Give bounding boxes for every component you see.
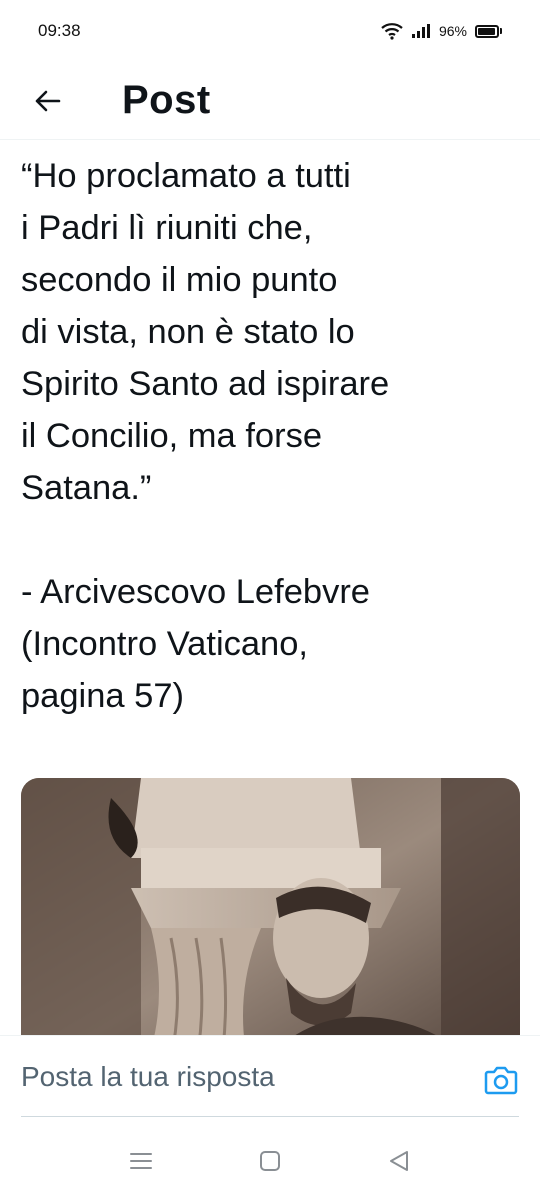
battery-icon: [475, 24, 502, 38]
recent-apps-button[interactable]: [127, 1147, 155, 1175]
page-title: Post: [122, 78, 211, 122]
wifi-icon: [381, 23, 403, 40]
menu-icon: [130, 1153, 152, 1169]
battery-percent: 96%: [438, 23, 467, 39]
arrow-left-icon: [35, 90, 61, 111]
post-image[interactable]: [21, 778, 520, 1078]
home-icon: [260, 1151, 280, 1171]
status-bar: 09:38 96%: [0, 0, 540, 62]
back-button[interactable]: [22, 76, 72, 126]
signal-icon: [411, 24, 430, 38]
post-text: “Ho proclamato a tutti i Padri lì riunit…: [21, 157, 390, 715]
home-button[interactable]: [256, 1147, 284, 1175]
status-time: 09:38: [38, 21, 81, 40]
nav-back-button[interactable]: [385, 1147, 413, 1175]
reply-bar: Posta la tua risposta: [0, 1035, 540, 1118]
camera-icon: [484, 1066, 518, 1095]
status-icons: 96%: [381, 22, 502, 40]
camera-button[interactable]: [484, 1065, 518, 1095]
back-icon: [390, 1151, 408, 1171]
app-header: Post: [0, 62, 540, 140]
system-nav-bar: [0, 1117, 540, 1200]
reply-input[interactable]: Posta la tua risposta: [21, 1036, 441, 1118]
